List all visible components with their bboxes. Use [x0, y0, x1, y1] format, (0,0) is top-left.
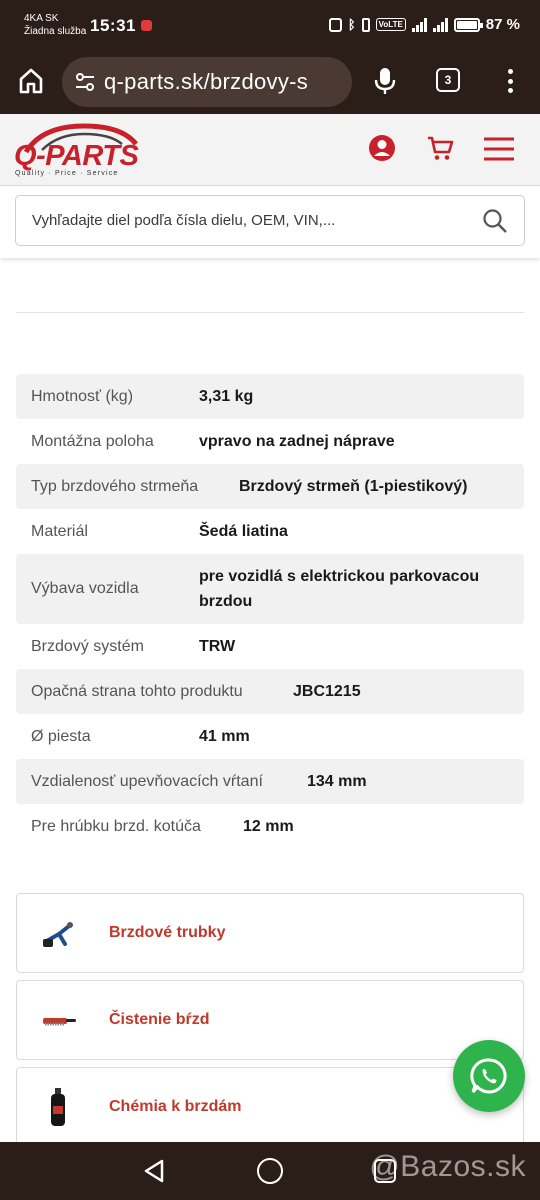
spec-value: TRW	[199, 638, 236, 655]
spec-value: JBC1215	[293, 683, 361, 700]
vibrate-icon	[361, 17, 370, 32]
spec-row: Montážna poloha vpravo na zadnej náprave	[16, 419, 524, 464]
home-nav-icon[interactable]	[257, 1158, 283, 1184]
service-status: Žiadna služba	[24, 26, 87, 37]
spec-value: vpravo na zadnej náprave	[199, 433, 395, 450]
spec-row: Opačná strana tohto produktu JBC1215	[16, 669, 524, 714]
spec-value: pre vozidlá s elektrickou parkovacou brz…	[199, 568, 480, 610]
spec-row: Vzdialenosť upevňovacích vŕtaní 134 mm	[16, 759, 524, 804]
spec-key: Pre hrúbku brzd. kotúča	[31, 817, 201, 835]
site-header: Q-PARTS Quality · Price · Service	[0, 114, 540, 186]
battery-icon	[453, 17, 483, 32]
signal-icon	[411, 17, 427, 32]
voice-search-button[interactable]	[372, 66, 398, 96]
logo-tagline: Quality · Price · Service	[15, 170, 119, 177]
spec-key: Montážna poloha	[31, 432, 154, 450]
bluetooth-icon: ᛒ	[347, 17, 356, 32]
spec-key: Brzdový systém	[31, 637, 144, 655]
status-icons: ᛒ VoLTE 87 %	[328, 16, 520, 33]
whatsapp-chat-button[interactable]	[453, 1040, 525, 1112]
spec-row: Typ brzdového strmeňa Brzdový strmeň (1-…	[16, 464, 524, 509]
url-text: q-parts.sk/brzdovy-s	[104, 69, 309, 94]
carrier-name: 4KA SK	[24, 13, 59, 24]
search-section	[0, 186, 540, 258]
carrier-info: 4KA SK Žiadna služba	[24, 12, 86, 38]
product-specs-table: Hmotnosť (kg) 3,31 kg Montážna poloha vp…	[16, 374, 524, 849]
home-icon	[19, 68, 43, 94]
category-card-brake-pipes[interactable]: Brzdové trubky	[16, 893, 524, 973]
hamburger-menu-icon[interactable]	[483, 136, 515, 162]
related-categories: Brzdové trubky Čistenie bŕzd Chémia k br…	[16, 893, 524, 1154]
spec-value: 134 mm	[307, 773, 367, 790]
system-navigation-bar: @Bazos.sk	[0, 1142, 540, 1200]
signal-secondary-icon	[432, 17, 448, 32]
nfc-icon	[328, 17, 342, 32]
category-card-brake-chemicals[interactable]: Chémia k brzdám	[16, 1067, 524, 1147]
logo-text: Q-PARTS	[14, 140, 139, 172]
spec-row: Brzdový systém TRW	[16, 624, 524, 669]
spec-row: Ø piesta 41 mm	[16, 714, 524, 759]
spec-value: 12 mm	[243, 818, 294, 835]
spec-value: Šedá liatina	[199, 523, 288, 540]
microphone-icon	[374, 68, 396, 94]
category-label: Chémia k brzdám	[109, 1098, 242, 1115]
spec-key: Typ brzdového strmeňa	[31, 477, 199, 495]
address-bar[interactable]: q-parts.sk/brzdovy-s	[62, 57, 352, 107]
battery-percent: 87 %	[485, 16, 520, 33]
home-button[interactable]	[16, 66, 46, 96]
spec-row: Materiál Šedá liatina	[16, 509, 524, 554]
more-menu-icon[interactable]	[500, 66, 520, 96]
search-box	[15, 195, 525, 246]
clock: 15:31	[90, 16, 136, 35]
site-logo[interactable]: Q-PARTS Quality · Price · Service	[14, 122, 144, 182]
section-divider	[16, 312, 524, 313]
user-account-icon[interactable]	[368, 134, 396, 162]
spec-value: 3,31 kg	[199, 388, 254, 405]
back-icon[interactable]	[142, 1158, 168, 1184]
brake-pipe-tool-icon	[43, 922, 73, 947]
status-bar: 4KA SK Žiadna služba 15:31 ᛒ VoLTE 87 %	[0, 0, 540, 52]
search-icon[interactable]	[482, 208, 508, 234]
watermark: @Bazos.sk	[369, 1150, 526, 1183]
shopping-cart-icon[interactable]	[426, 134, 454, 162]
spec-key: Ø piesta	[31, 727, 91, 745]
spec-key: Opačná strana tohto produktu	[31, 682, 243, 700]
search-input[interactable]	[32, 212, 472, 229]
category-label: Čistenie bŕzd	[109, 1011, 210, 1028]
spray-can-icon	[51, 1088, 65, 1126]
brush-icon	[43, 1018, 76, 1026]
spec-row: Výbava vozidla pre vozidlá s elektrickou…	[16, 554, 524, 624]
site-settings-icon[interactable]	[74, 71, 96, 93]
whatsapp-icon	[470, 1058, 507, 1094]
spec-key: Výbava vozidla	[31, 580, 139, 597]
spec-row: Pre hrúbku brzd. kotúča 12 mm	[16, 804, 524, 849]
spec-key: Vzdialenosť upevňovacích vŕtaní	[31, 772, 263, 790]
tab-switcher-button[interactable]: 3	[436, 68, 460, 92]
category-card-brake-cleaning[interactable]: Čistenie bŕzd	[16, 980, 524, 1060]
category-label: Brzdové trubky	[109, 924, 226, 941]
spec-key: Hmotnosť (kg)	[31, 387, 134, 405]
spec-value: 41 mm	[199, 728, 250, 745]
spec-value: Brzdový strmeň (1-piestikový)	[239, 478, 468, 495]
spec-key: Materiál	[31, 522, 88, 540]
browser-toolbar: q-parts.sk/brzdovy-s 3	[0, 52, 540, 114]
spec-row: Hmotnosť (kg) 3,31 kg	[16, 374, 524, 419]
volte-badge: VoLTE	[375, 18, 406, 31]
notification-icon	[141, 20, 152, 31]
